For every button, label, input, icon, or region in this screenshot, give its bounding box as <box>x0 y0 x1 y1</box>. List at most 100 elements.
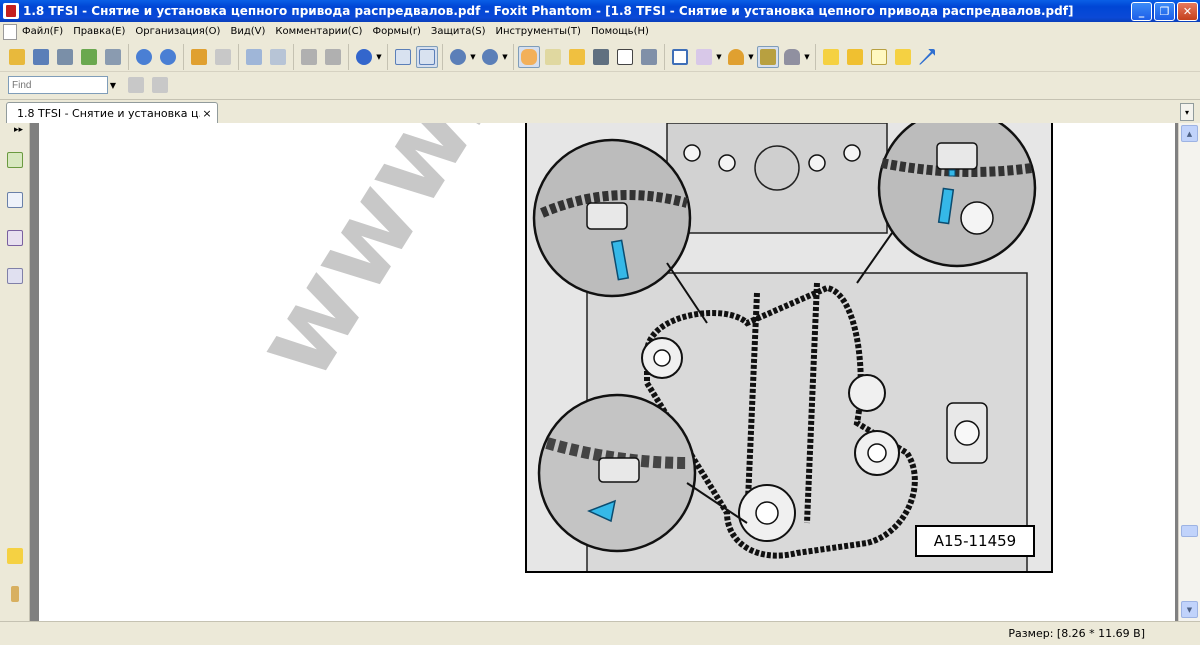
bookmarks-panel-button[interactable] <box>5 149 25 171</box>
hand-tool-button[interactable] <box>518 45 540 68</box>
scroll-thumb[interactable] <box>1181 525 1198 537</box>
previous-page-button[interactable] <box>133 46 155 68</box>
markup-tools <box>816 44 942 70</box>
select-text-button[interactable] <box>542 46 564 68</box>
cursor-arrow-icon <box>569 48 585 65</box>
rectangle-icon <box>672 48 688 65</box>
next-page-button[interactable] <box>157 46 179 68</box>
scroll-down-button[interactable]: ▼ <box>1181 601 1198 618</box>
paste-button[interactable] <box>267 46 289 68</box>
menu-edit[interactable]: Правка(E) <box>68 26 130 37</box>
zoom-in-button[interactable] <box>479 46 501 68</box>
stamp-tool-dropdown[interactable]: ▼ <box>748 46 754 68</box>
pages-panel-button[interactable] <box>5 189 25 211</box>
navigation-panel: ▸▸ <box>0 123 30 621</box>
typewriter-button[interactable] <box>614 46 636 68</box>
save-button[interactable] <box>30 46 52 68</box>
snapshot-button[interactable] <box>638 46 660 68</box>
zoom-tool-dropdown[interactable]: ▼ <box>376 46 382 68</box>
continuous-page-button[interactable] <box>416 45 438 68</box>
comments-list-icon <box>7 230 23 246</box>
zoom-out-dropdown[interactable]: ▼ <box>470 46 476 68</box>
find-previous-button[interactable] <box>125 74 147 96</box>
menu-forms[interactable]: Формы(r) <box>367 26 425 37</box>
expand-panel-icon[interactable]: ▸▸ <box>14 125 23 135</box>
pencil-icon <box>696 48 712 65</box>
plus-circle-icon <box>482 48 498 65</box>
watermark-text: www. <box>229 123 518 401</box>
foxit-app-icon[interactable] <box>3 3 19 19</box>
attachments-panel-button[interactable] <box>5 583 25 605</box>
link-tool-button[interactable] <box>916 46 938 68</box>
find-next-button[interactable] <box>149 74 171 96</box>
arrow-right-icon <box>215 48 231 65</box>
zoom-tool-button[interactable] <box>353 46 375 68</box>
menu-comments[interactable]: Комментарии(C) <box>270 26 367 37</box>
edit-text-button[interactable] <box>820 46 842 68</box>
menu-view[interactable]: Вид(V) <box>225 26 270 37</box>
stamp-tool-button[interactable] <box>725 46 747 68</box>
folder-open-icon <box>9 48 25 65</box>
window-controls: _ ❐ ✕ <box>1131 1 1198 21</box>
highlight-tool-button[interactable] <box>757 45 779 68</box>
page-layout-tools <box>388 43 443 70</box>
printer-icon <box>57 48 73 65</box>
redo-button[interactable] <box>322 46 344 68</box>
edit-tools <box>239 43 294 70</box>
scroll-up-button[interactable]: ▲ <box>1181 125 1198 142</box>
menu-file[interactable]: Файл(F) <box>17 26 68 37</box>
figure-id-label: A15-11459 <box>915 525 1035 557</box>
binoculars-icon <box>593 48 609 65</box>
zoom-out-button[interactable] <box>447 46 469 68</box>
zoom-in-dropdown[interactable]: ▼ <box>502 46 508 68</box>
select-annotation-button[interactable] <box>566 46 588 68</box>
paperclip-icon <box>11 586 19 602</box>
security-dropdown[interactable]: ▼ <box>804 46 810 68</box>
engine-drawing <box>527 123 1051 571</box>
tab-list-dropdown[interactable]: ▾ <box>1180 103 1194 121</box>
find-previous-icon <box>128 77 144 93</box>
undo-button[interactable] <box>298 46 320 68</box>
menu-tools[interactable]: Инструменты(T) <box>490 26 585 37</box>
text-field-icon <box>871 48 887 65</box>
back-button[interactable] <box>188 46 210 68</box>
security-button[interactable] <box>781 46 803 68</box>
pencil-tool-button[interactable] <box>693 46 715 68</box>
document-menu-icon[interactable] <box>3 23 17 40</box>
document-view[interactable]: www. A15-11459 <box>30 123 1178 621</box>
find-options-dropdown[interactable]: ▼ <box>108 81 118 90</box>
forward-button[interactable] <box>212 46 234 68</box>
copy-button[interactable] <box>243 46 265 68</box>
menu-protect[interactable]: Защита(S) <box>426 26 491 37</box>
menu-help[interactable]: Помощь(H) <box>586 26 654 37</box>
stamp-icon <box>728 48 744 65</box>
find-next-icon <box>152 77 168 93</box>
lock-icon <box>784 48 800 65</box>
text-box-icon <box>617 48 633 65</box>
open-button[interactable] <box>6 46 28 68</box>
undo-tools <box>294 43 349 70</box>
find-input[interactable] <box>8 76 108 94</box>
layers-panel-button[interactable] <box>5 265 25 287</box>
tab-close-icon[interactable]: × <box>200 107 214 120</box>
menu-organize[interactable]: Организация(O) <box>130 26 225 37</box>
minimize-button[interactable]: _ <box>1131 1 1152 21</box>
sign-button[interactable] <box>844 46 866 68</box>
print-button[interactable] <box>54 46 76 68</box>
restore-button[interactable]: ❐ <box>1154 1 1175 21</box>
single-page-button[interactable] <box>392 46 414 68</box>
tab-document[interactable]: 1.8 TFSI - Снятие и установка ц... × <box>6 102 218 123</box>
close-button[interactable]: ✕ <box>1177 1 1198 21</box>
comments-sidebar-button[interactable] <box>5 545 25 567</box>
email-button[interactable] <box>78 46 100 68</box>
single-page-icon <box>395 48 411 65</box>
pencil-tool-dropdown[interactable]: ▼ <box>716 46 722 68</box>
window-title: 1.8 TFSI - Снятие и установка цепного пр… <box>23 4 1074 18</box>
rectangle-tool-button[interactable] <box>669 46 691 68</box>
comments-panel-button[interactable] <box>5 227 25 249</box>
text-field-button[interactable] <box>868 46 890 68</box>
note-button[interactable] <box>892 46 914 68</box>
vertical-scrollbar[interactable]: ▲ ▼ <box>1178 123 1200 621</box>
find-button[interactable] <box>590 46 612 68</box>
scan-button[interactable] <box>102 46 124 68</box>
